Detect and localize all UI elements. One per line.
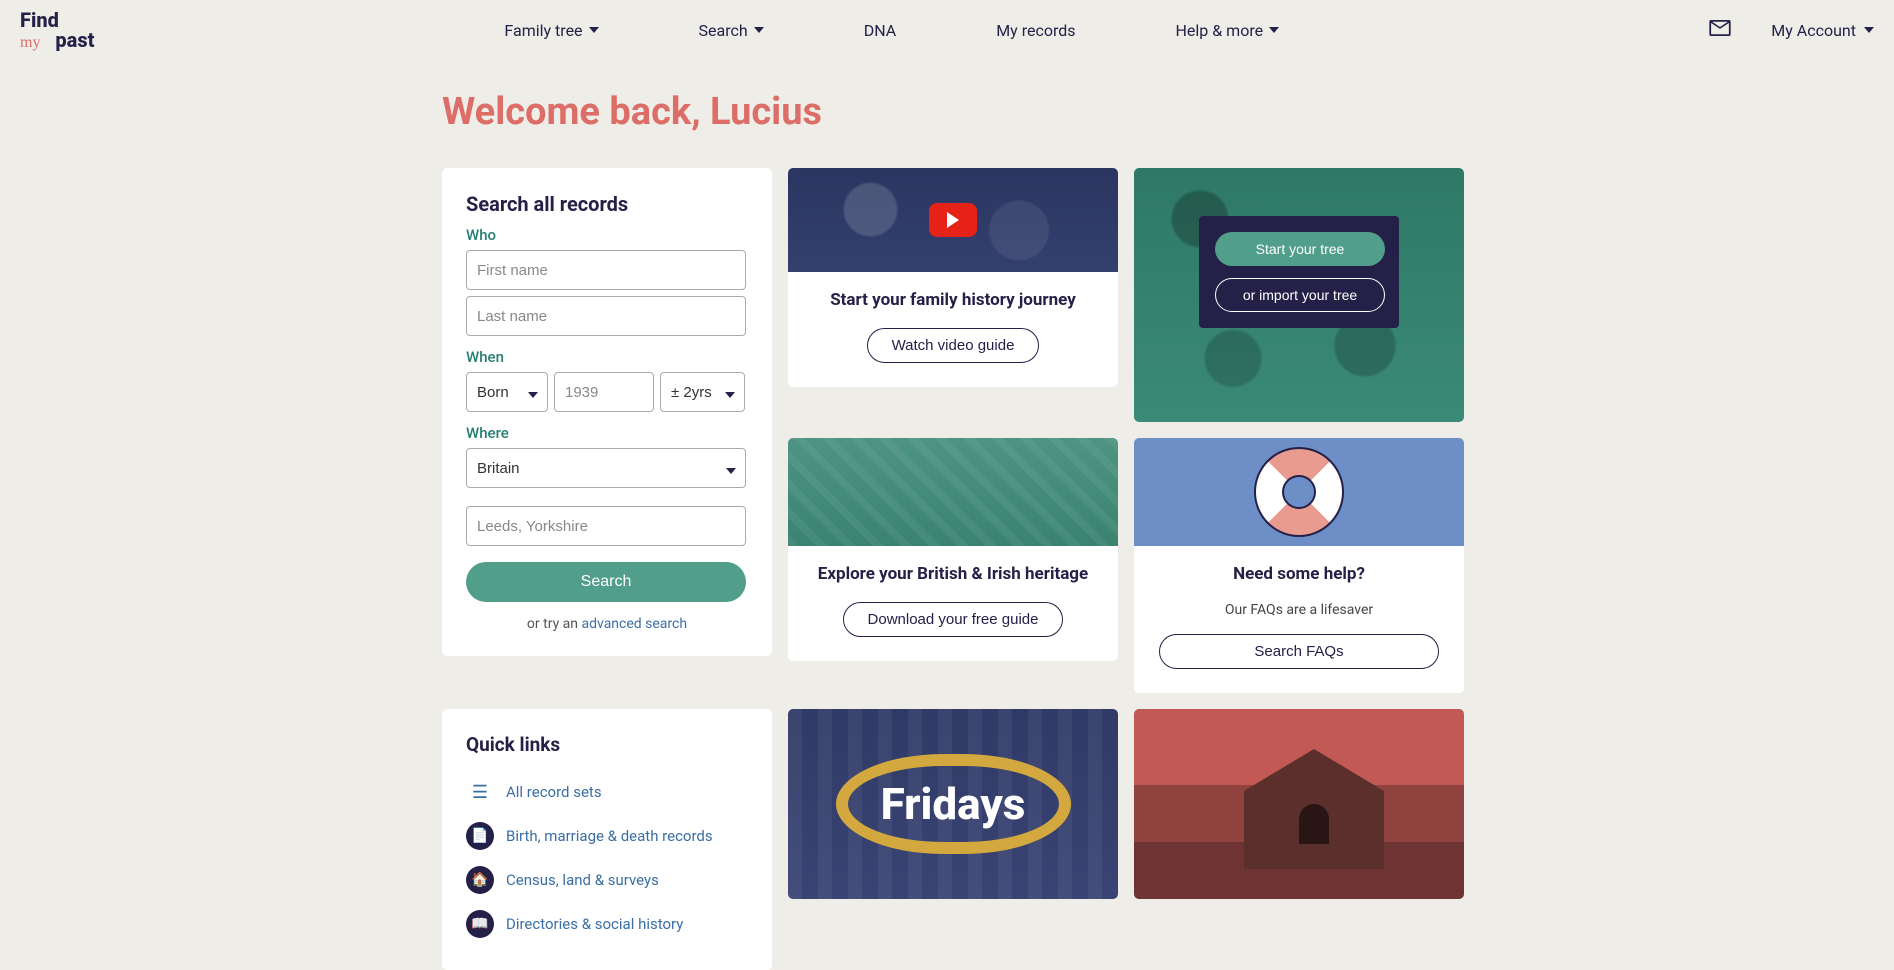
quick-link-label: Directories & social history	[506, 915, 683, 933]
top-header: Find my past Family tree Search DNA My r…	[0, 0, 1894, 60]
nav-family-tree-label: Family tree	[504, 21, 582, 40]
quick-link-label: Census, land & surveys	[506, 871, 659, 889]
watch-video-button[interactable]: Watch video guide	[867, 328, 1040, 363]
quick-links-title: Quick links	[466, 733, 748, 756]
where-label: Where	[466, 424, 748, 442]
logo-past: past	[55, 28, 94, 52]
download-guide-button[interactable]: Download your free guide	[843, 602, 1064, 637]
map-thumbnail	[788, 438, 1118, 546]
home-icon: 🏠	[466, 866, 494, 894]
lifebuoy-icon	[1254, 447, 1344, 537]
nav-search[interactable]: Search	[699, 21, 764, 40]
quick-links-card: Quick links ☰ All record sets 📄 Birth, m…	[442, 709, 772, 970]
fridays-ring-icon: Fridays	[836, 754, 1071, 854]
quick-link-label: Birth, marriage & death records	[506, 827, 713, 845]
event-type-select[interactable]: Born	[466, 372, 548, 412]
nav-family-tree[interactable]: Family tree	[504, 21, 598, 40]
import-tree-button[interactable]: or import your tree	[1215, 278, 1385, 312]
start-tree-card: Start your tree or import your tree	[1134, 168, 1464, 422]
when-label: When	[466, 348, 748, 366]
header-right: My Account	[1709, 20, 1874, 40]
quick-link-all-record-sets[interactable]: ☰ All record sets	[466, 770, 748, 814]
scenic-card[interactable]	[1134, 709, 1464, 899]
quick-link-label: All record sets	[506, 783, 602, 801]
advanced-search-link[interactable]: advanced search	[582, 616, 688, 632]
faq-thumbnail	[1134, 438, 1464, 546]
search-card-title: Search all records	[466, 192, 748, 216]
logo-find: Find	[20, 10, 94, 30]
messages-icon[interactable]	[1709, 20, 1731, 40]
chevron-down-icon	[1864, 27, 1874, 33]
chevron-down-icon	[589, 27, 599, 33]
quick-link-bmd[interactable]: 📄 Birth, marriage & death records	[466, 814, 748, 858]
chevron-down-icon	[754, 27, 764, 33]
first-name-input[interactable]	[466, 250, 746, 290]
nav-dna-label: DNA	[864, 21, 897, 40]
nav-my-records-label: My records	[996, 21, 1075, 40]
my-account-menu[interactable]: My Account	[1771, 21, 1874, 40]
nav-search-label: Search	[699, 21, 748, 40]
main-nav: Family tree Search DNA My records Help &…	[504, 21, 1279, 40]
search-card: Search all records Who When Born ± 2yrs	[442, 168, 772, 656]
logo-my: my	[20, 34, 40, 51]
faq-card: Need some help? Our FAQs are a lifesaver…	[1134, 438, 1464, 693]
year-input[interactable]	[554, 372, 654, 412]
year-tolerance-select[interactable]: ± 2yrs	[660, 372, 745, 412]
faq-card-title: Need some help?	[1150, 564, 1448, 584]
fridays-card[interactable]: Fridays	[788, 709, 1118, 899]
location-input[interactable]	[466, 506, 746, 546]
church-window-icon	[1299, 804, 1329, 844]
my-account-label: My Account	[1771, 21, 1856, 40]
nav-help-label: Help & more	[1176, 21, 1264, 40]
advanced-search-hint: or try an advanced search	[466, 616, 748, 632]
search-faqs-button[interactable]: Search FAQs	[1159, 634, 1439, 669]
search-button[interactable]: Search	[466, 562, 746, 602]
book-icon: 📖	[466, 910, 494, 938]
fridays-label: Fridays	[881, 778, 1026, 830]
list-icon: ☰	[466, 778, 494, 806]
quick-link-census[interactable]: 🏠 Census, land & surveys	[466, 858, 748, 902]
who-label: Who	[466, 226, 748, 244]
last-name-input[interactable]	[466, 296, 746, 336]
tree-actions-panel: Start your tree or import your tree	[1199, 216, 1399, 328]
video-guide-card: Start your family history journey Watch …	[788, 168, 1118, 387]
nav-help[interactable]: Help & more	[1176, 21, 1280, 40]
chevron-down-icon	[1269, 27, 1279, 33]
nav-my-records[interactable]: My records	[996, 21, 1075, 40]
heritage-guide-card: Explore your British & Irish heritage Do…	[788, 438, 1118, 661]
quick-link-directories[interactable]: 📖 Directories & social history	[466, 902, 748, 946]
heritage-card-title: Explore your British & Irish heritage	[804, 564, 1102, 584]
start-tree-button[interactable]: Start your tree	[1215, 232, 1385, 266]
play-icon	[929, 203, 977, 237]
document-icon: 📄	[466, 822, 494, 850]
country-select[interactable]: Britain	[466, 448, 746, 488]
logo[interactable]: Find my past	[20, 10, 94, 51]
page-title: Welcome back, Lucius	[442, 90, 1452, 134]
video-thumbnail[interactable]	[788, 168, 1118, 272]
faq-card-subtitle: Our FAQs are a lifesaver	[1150, 602, 1448, 618]
fridays-background: Fridays	[788, 709, 1118, 899]
video-card-title: Start your family history journey	[804, 290, 1102, 310]
nav-dna[interactable]: DNA	[864, 21, 897, 40]
